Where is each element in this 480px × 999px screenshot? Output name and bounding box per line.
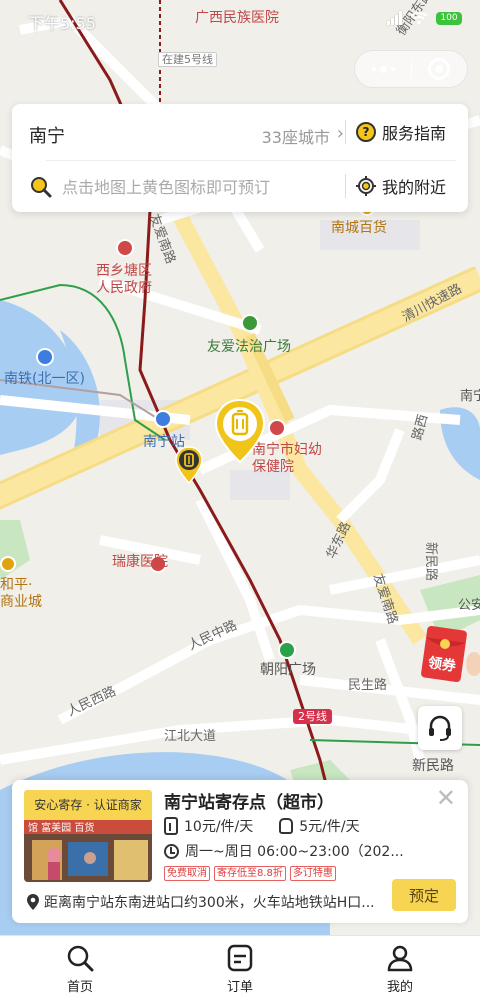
- close-mini-program-button[interactable]: [412, 51, 467, 87]
- wifi-icon: [410, 12, 428, 25]
- map-label-line2: 2号线: [293, 709, 332, 725]
- map-label-xinmin: 新民路: [412, 758, 454, 774]
- badge-free-cancel: 免费取消: [164, 866, 210, 881]
- current-city[interactable]: 南宁: [29, 122, 65, 148]
- map-road-xinmin-v: 新民路: [423, 542, 438, 582]
- store-photo: 安心寄存 · 认证商家 馆 富美园 百货: [24, 790, 152, 882]
- headset-icon: [429, 715, 451, 741]
- battery-icon: 100: [436, 11, 462, 25]
- store-photo-sign: 馆 富美园 百货: [28, 821, 94, 834]
- price-backpack: 5元/件/天: [279, 816, 360, 836]
- mini-program-capsule: [354, 50, 468, 88]
- search-card: 南宁 33座城市 › ? 服务指南 我的附近: [12, 104, 468, 212]
- opening-hours: 周一~周日 06:00~23:00（202...: [185, 844, 404, 860]
- store-title: 南宁站寄存点（超市）: [164, 793, 334, 813]
- price-row: 10元/件/天 5元/件/天: [164, 816, 360, 836]
- signal-icon: [387, 11, 402, 25]
- city-selector[interactable]: 33座城市: [262, 124, 330, 148]
- store-address: 距离南宁站东南进站口约300米，火车站地铁站H口...: [26, 892, 375, 912]
- map-road-jiangbei: 江北大道: [164, 729, 217, 744]
- close-icon[interactable]: ✕: [436, 786, 456, 810]
- luggage-icon: [164, 817, 178, 835]
- tab-bar: 首页 订单 我的: [0, 935, 480, 999]
- promo-badges: 免费取消 寄存低至8.8折 多订特惠: [164, 866, 336, 881]
- tab-orders-label: 订单: [226, 980, 253, 995]
- target-close-icon: [428, 58, 451, 80]
- tab-home[interactable]: 首页: [0, 936, 160, 999]
- tab-home-label: 首页: [66, 980, 93, 995]
- map-poi-xixiangtang[interactable]: 西乡塘区 人民政府: [96, 263, 152, 297]
- service-guide-button[interactable]: ? 服务指南: [356, 118, 446, 146]
- store-address-text: 距离南宁站东南进站口约300米，火车站地铁站H口...: [44, 895, 375, 911]
- tab-orders[interactable]: 订单: [160, 936, 320, 999]
- store-info-card[interactable]: 安心寄存 · 认证商家 馆 富美园 百货 南宁站寄存点（超市） ✕ 10元/件/…: [12, 780, 468, 923]
- search-icon: [67, 945, 94, 972]
- backpack-icon: [279, 818, 294, 834]
- more-menu-button[interactable]: [355, 51, 411, 87]
- book-button[interactable]: 预定: [392, 879, 456, 911]
- search-row: 我的附近: [12, 160, 468, 212]
- coupon-label: 领券: [426, 655, 457, 675]
- locate-icon: [356, 176, 376, 196]
- status-icons: 100: [387, 11, 462, 25]
- map-poi-ruikang[interactable]: 瑞康医院: [112, 554, 168, 571]
- price-luggage-value: 10元/件/天: [184, 819, 254, 835]
- nearby-button[interactable]: 我的附近: [356, 172, 446, 200]
- tab-profile-label: 我的: [386, 980, 413, 995]
- chevron-right-icon[interactable]: ›: [337, 123, 344, 144]
- search-icon: [31, 177, 52, 198]
- map-poi-chaoyang[interactable]: 朝阳广场: [260, 662, 316, 679]
- service-guide-label: 服务指南: [382, 124, 447, 143]
- map-poi-heping[interactable]: 和平· 商业城: [0, 577, 42, 611]
- price-luggage: 10元/件/天: [164, 816, 253, 836]
- order-icon: [227, 944, 253, 972]
- map-label-gongan: 公安: [458, 598, 480, 613]
- badge-multi-order: 多订特惠: [289, 866, 336, 881]
- map-poi-nancheng[interactable]: 南城百货: [331, 220, 387, 237]
- storage-marker[interactable]: [175, 446, 203, 484]
- status-bar: 下午5:55 100: [0, 0, 480, 40]
- status-time: 下午5:55: [28, 14, 96, 33]
- tab-profile[interactable]: 我的: [320, 936, 480, 999]
- map-road-minsheng: 民生路: [348, 678, 388, 693]
- certified-tag: 安心寄存 · 认证商家: [24, 790, 152, 820]
- coupon-button[interactable]: 领券: [418, 624, 480, 686]
- map-poi-youai-plaza[interactable]: 友爱法治广场: [207, 339, 291, 356]
- help-icon: ?: [356, 122, 376, 142]
- city-row: 南宁 33座城市 › ? 服务指南: [12, 104, 468, 160]
- map-label-line5: 在建5号线: [158, 52, 217, 68]
- customer-service-button[interactable]: [418, 706, 462, 750]
- storage-marker-selected[interactable]: [214, 398, 266, 464]
- location-pin-icon: [27, 894, 39, 910]
- hours-row: 周一~周日 06:00~23:00（202...: [164, 841, 404, 861]
- badge-discount: 寄存低至8.8折: [214, 866, 286, 881]
- search-input[interactable]: [62, 173, 342, 201]
- store-photo-image: 馆 富美园 百货: [24, 820, 152, 882]
- user-icon: [387, 945, 413, 972]
- clock-icon: [164, 843, 179, 859]
- nearby-label: 我的附近: [382, 178, 447, 197]
- map-poi-nantie[interactable]: 南铁(北一区): [4, 371, 85, 388]
- map-label-nanning: 南宁: [460, 389, 480, 404]
- price-backpack-value: 5元/件/天: [299, 819, 360, 835]
